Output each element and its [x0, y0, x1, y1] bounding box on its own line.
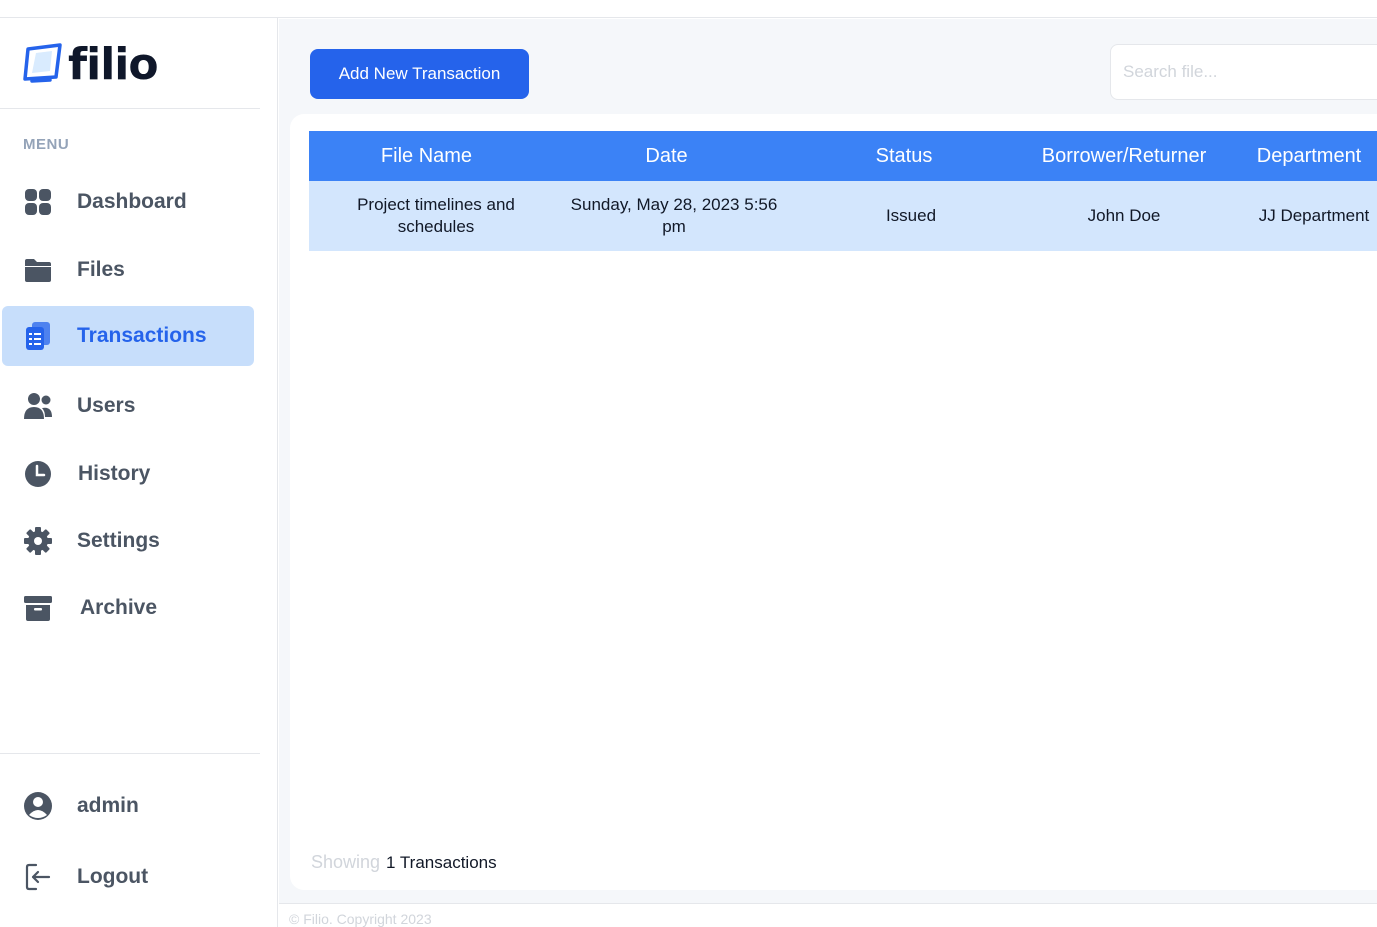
sidebar-item-dashboard[interactable]: Dashboard	[2, 172, 254, 232]
cell-date: Sunday, May 28, 2023 5:56 pm	[570, 195, 778, 236]
sidebar-item-label: History	[78, 462, 151, 485]
cell-department: JJ Department	[1258, 206, 1370, 225]
transactions-icon	[22, 320, 54, 352]
add-transaction-button[interactable]: Add New Transaction	[310, 49, 529, 99]
main-content: Add New Transaction File Name Date Statu…	[279, 19, 1377, 904]
results-summary: Showing 1 Transactions	[311, 852, 497, 873]
sidebar-item-label: Dashboard	[77, 190, 187, 213]
sidebar: filio MENU Dashboard Files Transactions …	[0, 18, 278, 927]
app-name: filio	[68, 39, 159, 90]
summary-prefix: Showing	[311, 852, 381, 872]
app-logo[interactable]: filio	[22, 39, 159, 90]
column-header-status[interactable]: Status	[809, 131, 999, 181]
username-label: admin	[77, 794, 139, 817]
top-bar	[0, 0, 1377, 18]
cell-status: Issued	[885, 206, 937, 225]
clock-icon	[22, 458, 54, 490]
logout-label: Logout	[77, 865, 149, 888]
dashboard-icon	[22, 186, 54, 218]
menu-heading: MENU	[23, 136, 70, 153]
column-header-borrower[interactable]: Borrower/Returner	[1029, 131, 1219, 181]
table-header: File Name Date Status Borrower/Returner …	[309, 131, 1377, 181]
sidebar-item-history[interactable]: History	[2, 444, 254, 504]
divider	[0, 108, 260, 109]
archive-icon	[22, 592, 54, 624]
copyright-footer: © Filio. Copyright 2023	[289, 911, 432, 927]
divider	[0, 753, 260, 754]
column-header-date[interactable]: Date	[564, 131, 769, 181]
transactions-panel: File Name Date Status Borrower/Returner …	[290, 114, 1377, 890]
summary-count: 1 Transactions	[386, 853, 497, 872]
search-input[interactable]	[1110, 44, 1377, 100]
sidebar-item-label: Archive	[80, 596, 158, 619]
sidebar-item-label: Users	[77, 394, 136, 417]
column-header-file-name[interactable]: File Name	[324, 131, 529, 181]
users-icon	[22, 390, 54, 422]
sidebar-item-transactions[interactable]: Transactions	[2, 306, 254, 366]
user-circle-icon	[22, 790, 54, 822]
user-profile[interactable]: admin	[2, 776, 254, 836]
sidebar-item-settings[interactable]: Settings	[2, 511, 254, 571]
sidebar-item-label: Settings	[77, 529, 160, 552]
sidebar-item-archive[interactable]: Archive	[2, 578, 254, 638]
footer-divider	[279, 903, 1377, 904]
cell-file-name: Project timelines and schedules	[357, 195, 515, 236]
column-header-department[interactable]: Department	[1234, 131, 1377, 181]
folder-icon	[22, 254, 54, 286]
logout-button[interactable]: Logout	[2, 847, 254, 907]
sidebar-item-label: Files	[77, 258, 125, 281]
cell-borrower: John Doe	[1087, 206, 1161, 225]
sidebar-item-files[interactable]: Files	[2, 240, 254, 300]
logout-icon	[22, 861, 54, 893]
sidebar-item-label: Transactions	[77, 324, 207, 347]
monitor-logo-icon	[23, 43, 62, 83]
gear-icon	[22, 525, 54, 557]
sidebar-item-users[interactable]: Users	[2, 376, 254, 436]
table-row[interactable]: Project timelines and schedules Sunday, …	[309, 181, 1377, 251]
